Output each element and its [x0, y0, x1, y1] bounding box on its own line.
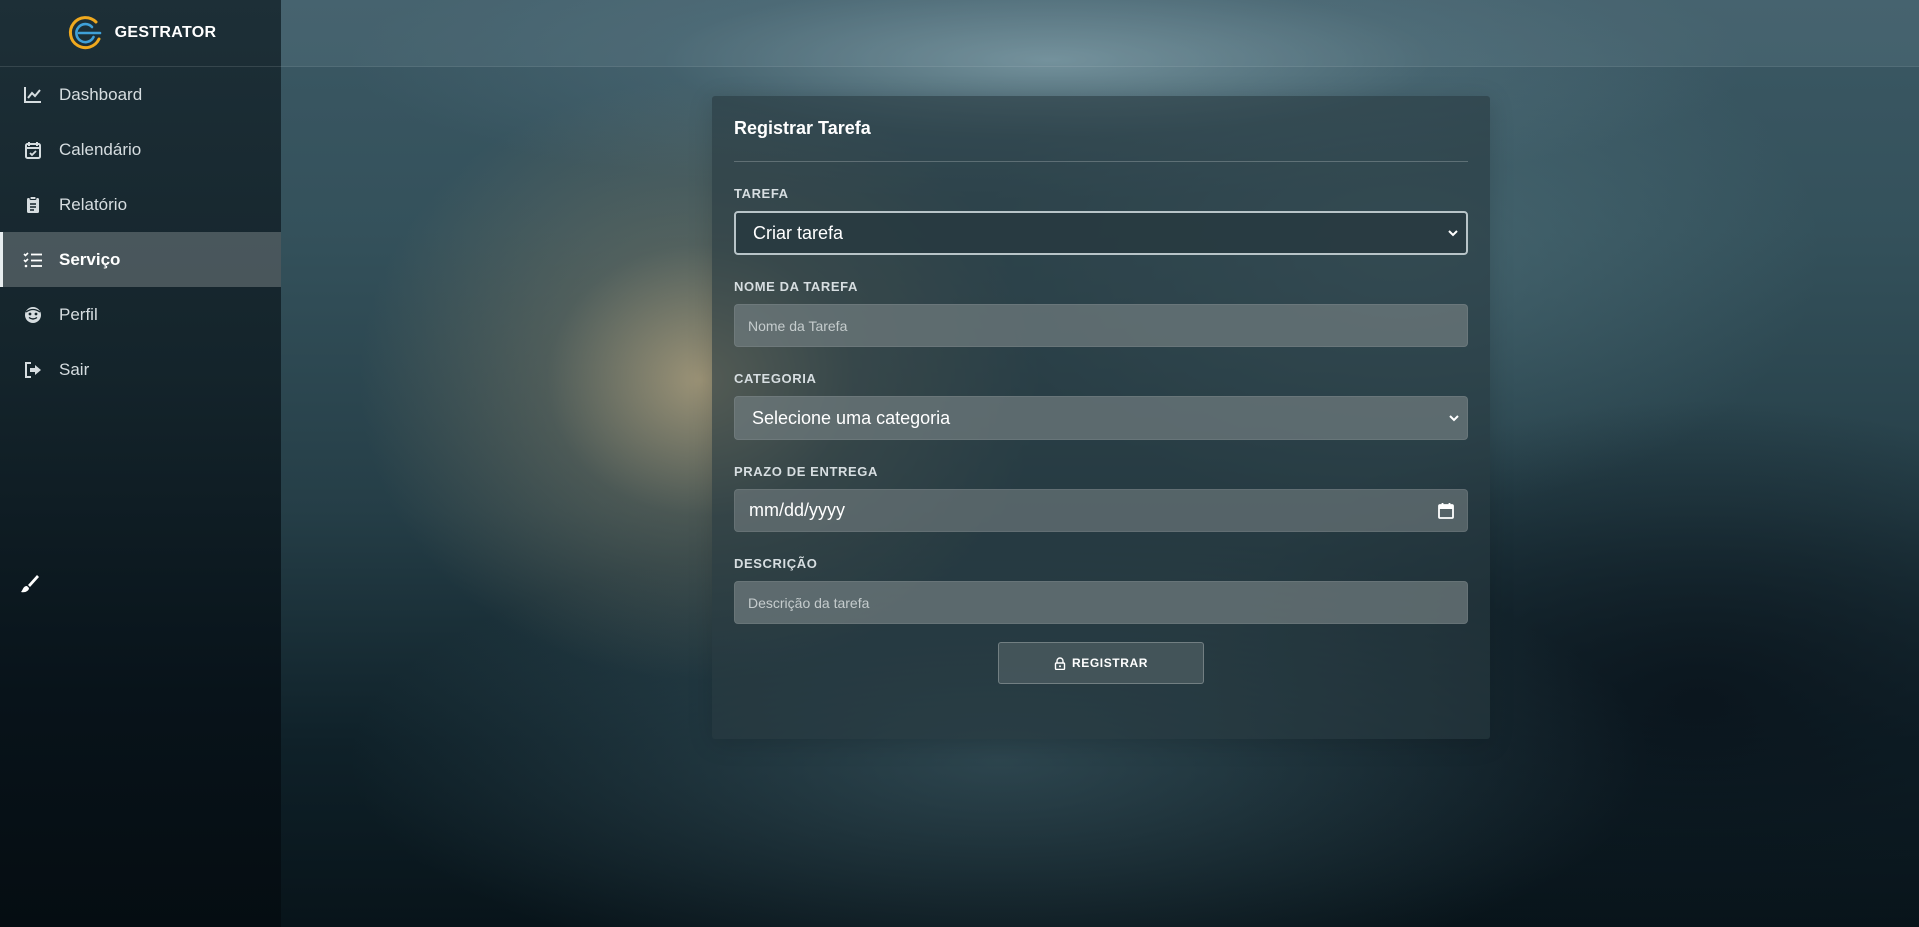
line-chart-icon [22, 84, 44, 106]
top-bar [281, 0, 1919, 67]
date-format-placeholder: mm/dd/yyyy [749, 500, 846, 520]
task-list-icon [22, 249, 44, 271]
sidebar-item-servico[interactable]: Serviço [0, 232, 281, 287]
prazo-date-input[interactable]: mm/dd/yyyy [734, 489, 1468, 532]
sidebar-item-label: Dashboard [59, 84, 143, 104]
button-row: REGISTRAR [734, 642, 1468, 684]
sidebar-item-label: Calendário [59, 139, 142, 159]
sidebar-item-calendario[interactable]: Calendário [0, 122, 281, 177]
sign-out-icon [22, 359, 44, 381]
card-title: Registrar Tarefa [734, 118, 1468, 162]
prazo-label: PRAZO DE ENTREGA [734, 464, 878, 479]
nome-da-tarefa-input[interactable] [734, 304, 1468, 347]
paint-brush-icon[interactable] [18, 573, 40, 595]
sidebar-item-relatorio[interactable]: Relatório [0, 177, 281, 232]
descricao-label: DESCRIÇÃO [734, 556, 818, 571]
sidebar-item-label: Perfil [59, 304, 98, 324]
sidebar: GESTRATOR Dashboard Calendário Relatório… [0, 0, 281, 927]
face-icon [22, 304, 44, 326]
nome-label: NOME DA TAREFA [734, 279, 858, 294]
sidebar-nav: Dashboard Calendário Relatório Serviço P… [0, 67, 281, 397]
categoria-selected-value: Selecione uma categoria [752, 407, 951, 428]
chevron-down-icon [1449, 415, 1459, 422]
registrar-button[interactable]: REGISTRAR [998, 642, 1204, 684]
calendar-check-icon [22, 139, 44, 161]
brand-name: GESTRATOR [114, 24, 217, 41]
tarefa-label: TAREFA [734, 186, 789, 201]
lock-icon [1054, 656, 1066, 670]
tarefa-selected-value: Criar tarefa [753, 222, 844, 243]
sidebar-item-perfil[interactable]: Perfil [0, 287, 281, 342]
sidebar-item-dashboard[interactable]: Dashboard [0, 67, 281, 122]
calendar-icon[interactable] [1437, 502, 1455, 520]
chevron-down-icon [1448, 230, 1458, 237]
descricao-input[interactable] [734, 581, 1468, 624]
clipboard-icon [22, 194, 44, 216]
sidebar-item-sair[interactable]: Sair [0, 342, 281, 397]
tarefa-select[interactable]: Criar tarefa [734, 211, 1468, 255]
sidebar-item-label: Serviço [59, 249, 121, 269]
sidebar-item-label: Sair [59, 359, 90, 379]
sidebar-item-label: Relatório [59, 194, 128, 214]
register-task-card: Registrar Tarefa TAREFA Criar tarefa NOM… [712, 96, 1490, 739]
categoria-label: CATEGORIA [734, 371, 817, 386]
gestrator-logo-icon [68, 16, 101, 50]
registrar-label: REGISTRAR [1071, 656, 1149, 670]
categoria-select[interactable]: Selecione uma categoria [734, 396, 1468, 440]
brand[interactable]: GESTRATOR [0, 0, 281, 67]
